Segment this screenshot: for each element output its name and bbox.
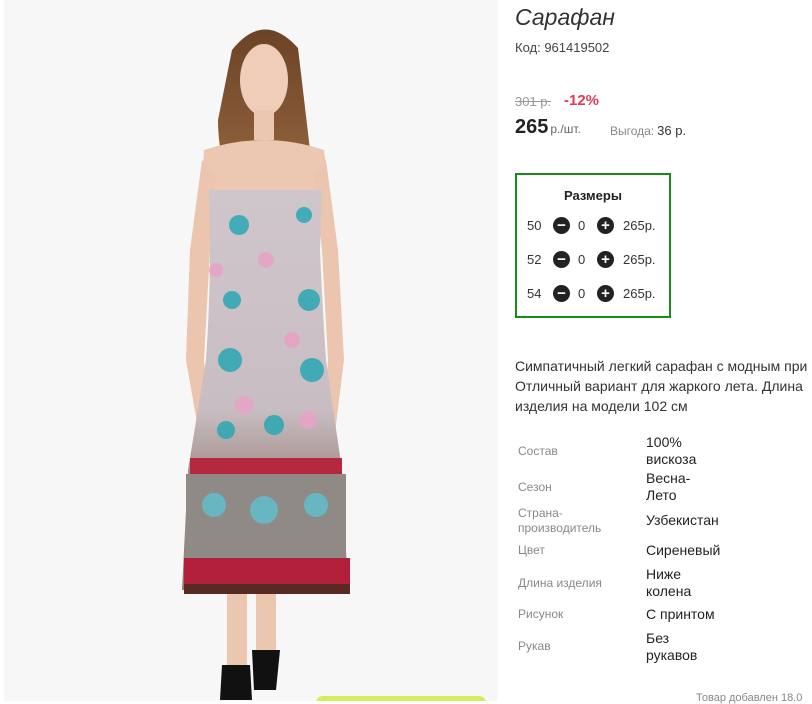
description-line: Симпатичный легкий сарафан с модным при (515, 358, 808, 374)
product-photo[interactable] (4, 0, 498, 701)
property-value: Сиреневый (646, 542, 720, 559)
property-value-line: Узбекистан (646, 512, 719, 528)
sizes-heading: Размеры (564, 188, 622, 203)
property-value: С принтом (646, 606, 715, 623)
size-label: 52 (527, 252, 542, 267)
description-line: изделия на модели 102 см (515, 398, 688, 414)
sizes-panel: Размеры 50 − 0 + 265р. 52 − 0 + 265р. 54… (515, 173, 671, 318)
product-description: Симпатичный легкий сарафан с модным при … (515, 356, 812, 416)
property-key: Цвет (518, 543, 545, 558)
property-value-line: 100% (646, 434, 682, 450)
size-label: 50 (527, 218, 542, 233)
price-unit: р./шт. (550, 122, 581, 136)
property-value: Весна- Лето (646, 470, 690, 504)
property-value-line: Весна- (646, 470, 691, 486)
property-value-line: Без (646, 630, 670, 646)
property-value-line: Лето (646, 487, 677, 503)
property-key-line: Сезон (518, 480, 552, 494)
plus-circle-icon[interactable]: + (597, 217, 614, 234)
property-value: Узбекистан (646, 512, 719, 529)
property-value-line: рукавов (646, 647, 698, 663)
property-value-line: С принтом (646, 606, 715, 622)
size-price: 265р. (623, 252, 656, 267)
old-price: 301 р. (515, 94, 552, 109)
benefit-value: 36 р. (657, 123, 687, 138)
property-key: Длина изделия (518, 576, 602, 591)
property-value: Ниже колена (646, 566, 691, 600)
product-image (4, 0, 498, 701)
size-row: 52 − 0 + 265р. (517, 250, 669, 270)
price-value: 265 (515, 116, 549, 138)
property-key-line: Рисунок (518, 607, 564, 621)
property-key-line: Страна- (518, 506, 563, 520)
property-value: 100% вискоза (646, 434, 696, 468)
size-price: 265р. (623, 218, 656, 233)
benefit: Выгода: 36 р. (610, 123, 686, 138)
size-quantity: 0 (578, 286, 586, 301)
description-line: Отличный вариант для жаркого лета. Длина (515, 378, 803, 394)
property-key: Рисунок (518, 607, 563, 622)
product-code: Код: 961419502 (515, 40, 610, 55)
minus-circle-icon[interactable]: − (553, 285, 570, 302)
minus-circle-icon[interactable]: − (553, 217, 570, 234)
minus-circle-icon[interactable]: − (553, 251, 570, 268)
benefit-label: Выгода: (610, 124, 655, 138)
property-key: Состав (518, 444, 558, 459)
plus-circle-icon[interactable]: + (597, 251, 614, 268)
property-key: Сезон (518, 480, 552, 495)
property-value-line: колена (646, 583, 692, 599)
size-quantity: 0 (578, 218, 586, 233)
plus-circle-icon[interactable]: + (597, 285, 614, 302)
add-to-cart-button[interactable] (316, 696, 486, 701)
property-key: Страна- производитель (518, 506, 601, 536)
property-key-line: Цвет (518, 543, 545, 557)
property-value-line: Сиреневый (646, 542, 721, 558)
size-price: 265р. (623, 286, 656, 301)
property-key-line: Состав (518, 444, 558, 458)
property-value: Без рукавов (646, 630, 697, 664)
size-label: 54 (527, 286, 542, 301)
added-date-note: Товар добавлен 18.0 (696, 692, 803, 704)
size-quantity: 0 (578, 252, 586, 267)
discount-badge: -12% (564, 92, 600, 109)
property-key: Рукав (518, 639, 551, 654)
property-key-line: Рукав (518, 639, 551, 653)
property-key-line: Длина изделия (518, 576, 602, 590)
property-value-line: Ниже (646, 566, 682, 582)
property-key-line: производитель (518, 521, 602, 535)
current-price: 265 р./шт. (515, 116, 581, 139)
size-row: 54 − 0 + 265р. (517, 284, 669, 304)
size-row: 50 − 0 + 265р. (517, 216, 669, 236)
product-title: Сарафан (515, 4, 615, 30)
property-value-line: вискоза (646, 451, 697, 467)
